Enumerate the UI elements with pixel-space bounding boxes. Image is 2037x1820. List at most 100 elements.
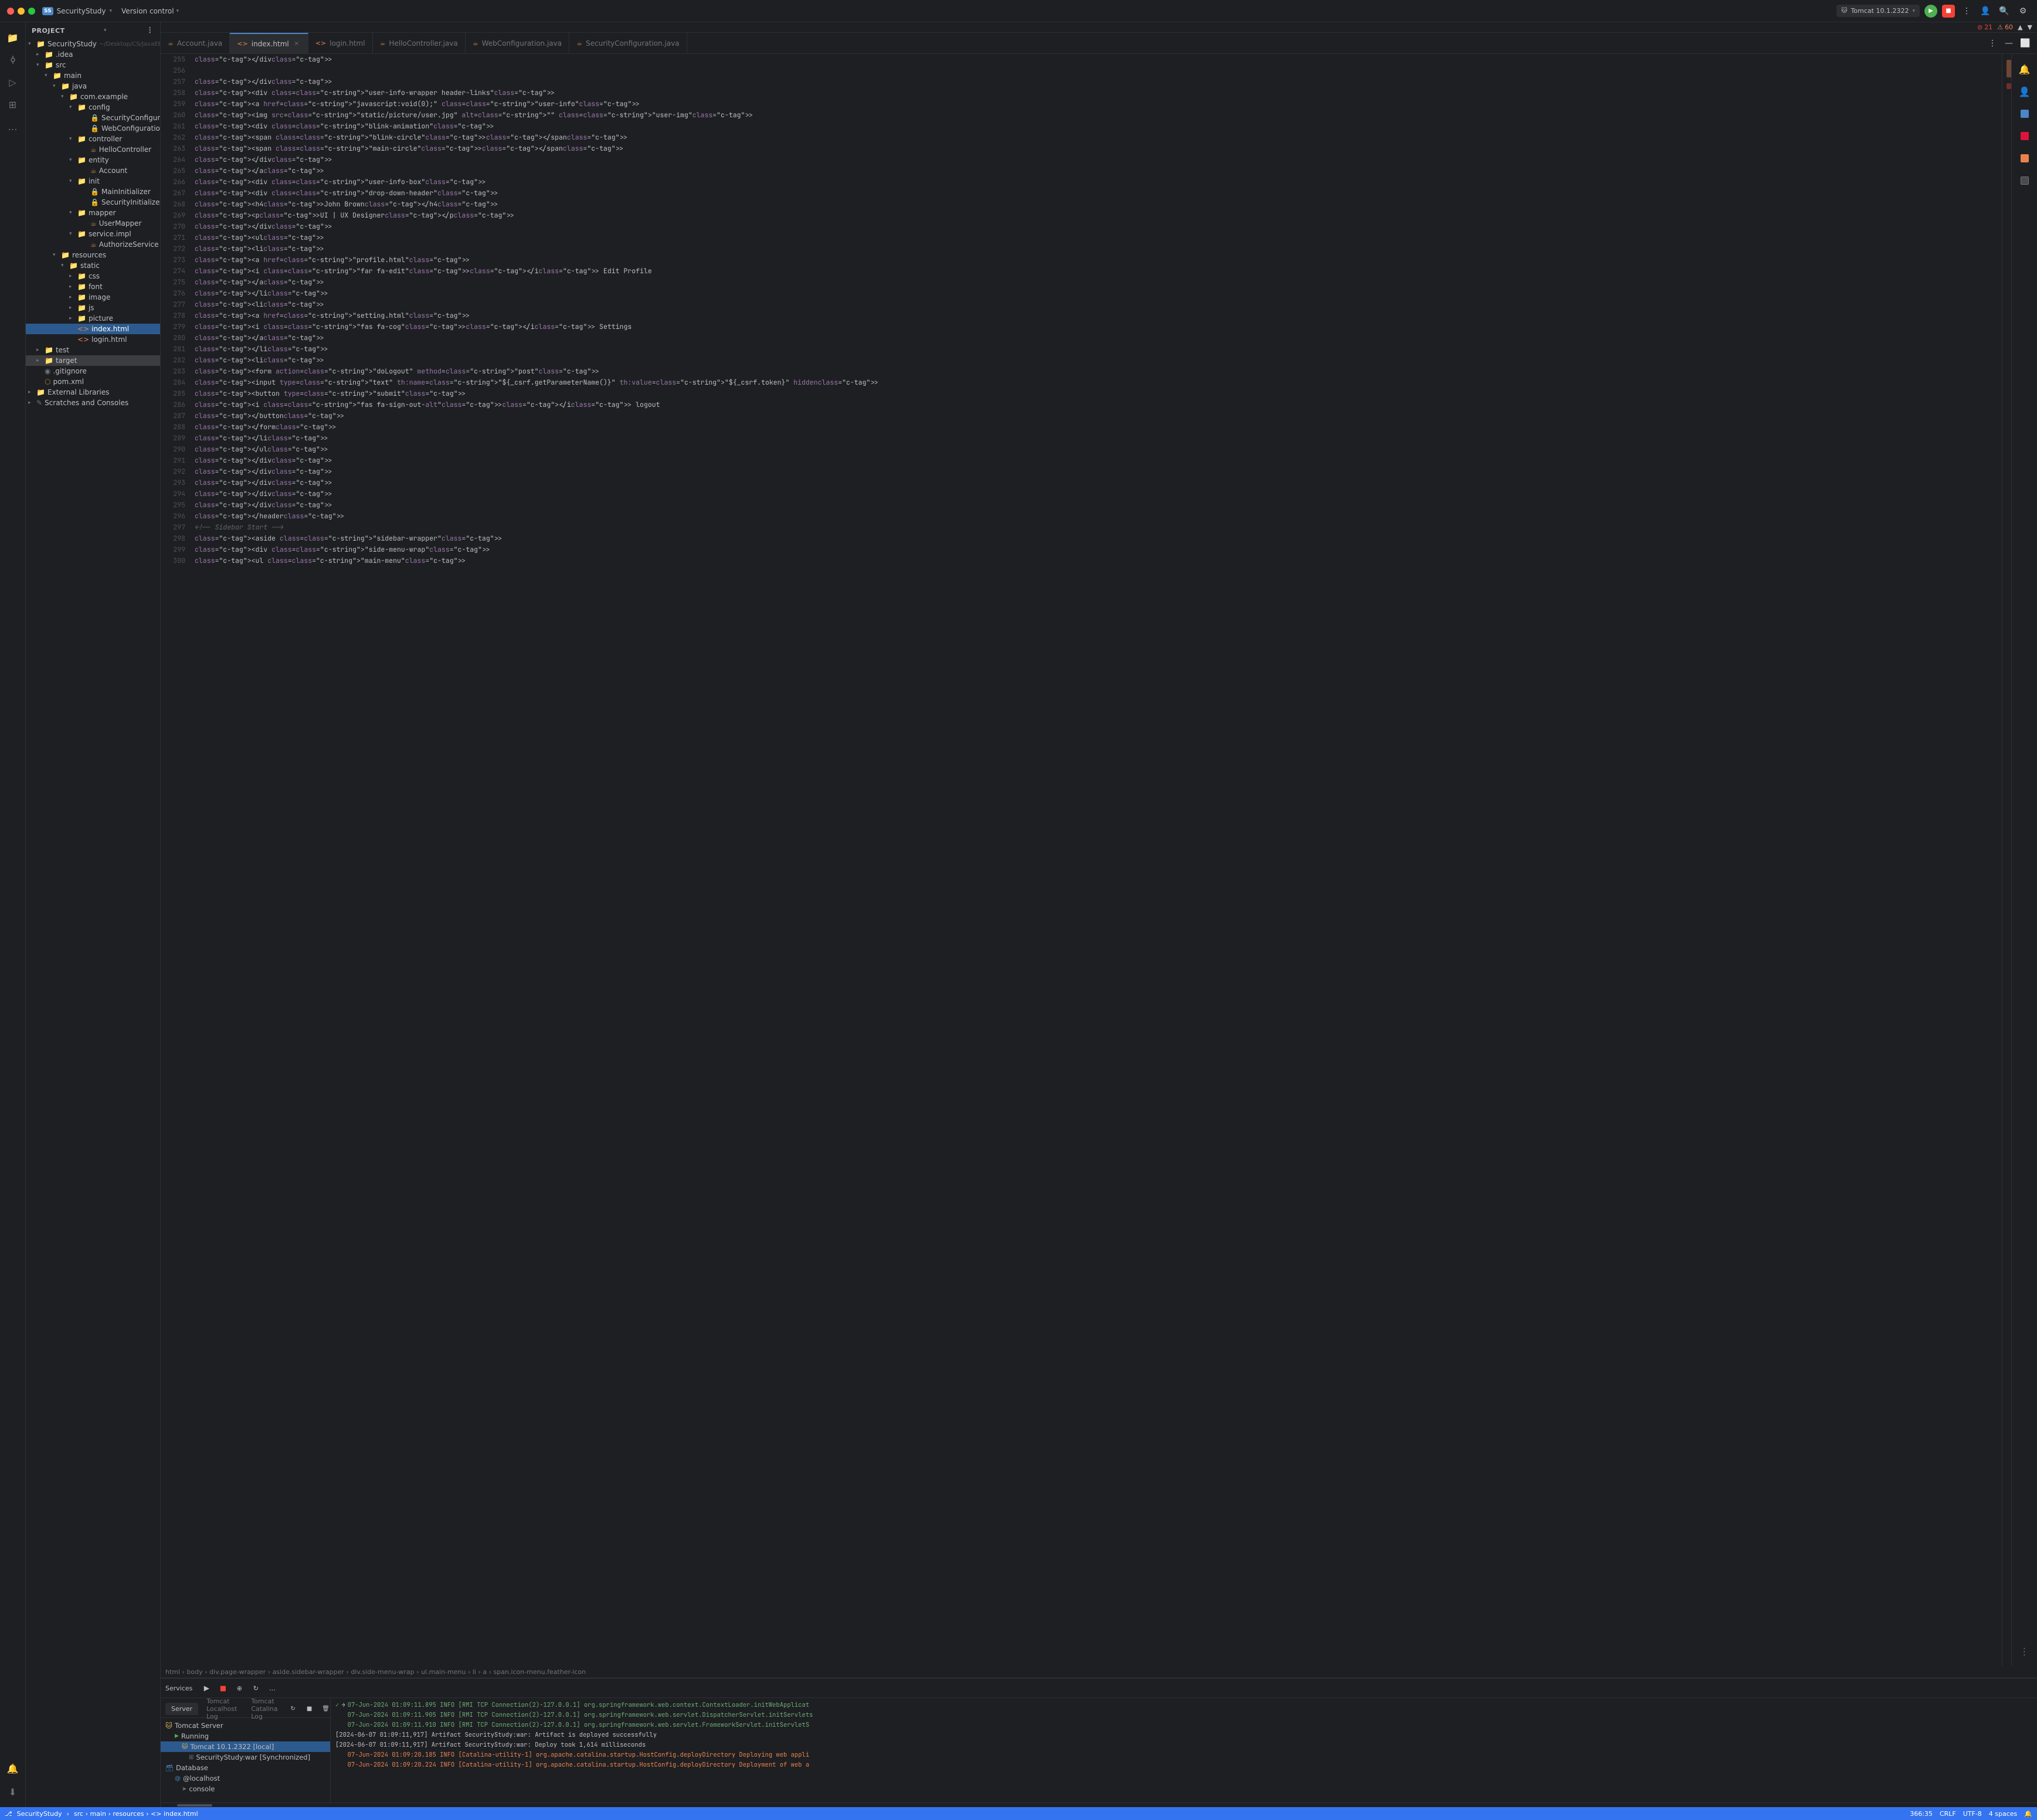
tree-root[interactable]: ▾ 📁 SecurityStudy ~/Desktop/CS/JavaEE/4 … <box>26 39 160 49</box>
tree-hello-controller[interactable]: ☕ HelloController <box>26 144 160 155</box>
tree-main[interactable]: ▾ 📁 main <box>26 70 160 81</box>
tree-user-mapper[interactable]: ☕ UserMapper <box>26 218 160 229</box>
tree-java[interactable]: ▾ 📁 java <box>26 81 160 91</box>
tree-target[interactable]: ▸ 📁 target <box>26 355 160 366</box>
commit-activity-icon[interactable] <box>2 49 23 70</box>
service-running[interactable]: ▶ Running <box>161 1731 330 1741</box>
more-activity-icon[interactable]: … <box>2 116 23 137</box>
tree-controller[interactable]: ▾ 📁 controller <box>26 134 160 144</box>
tree-resources[interactable]: ▾ 📁 resources <box>26 250 160 260</box>
maximize-button[interactable] <box>28 8 35 15</box>
service-console[interactable]: ➤ console <box>161 1784 330 1794</box>
right-more-icon[interactable]: ⋮ <box>2014 1641 2035 1662</box>
tree-idea[interactable]: ▸ 📁 .idea <box>26 49 160 60</box>
tab-bar-more-icon[interactable]: ⋮ <box>1985 36 1999 50</box>
folder-activity-icon[interactable]: 📁 <box>2 27 23 48</box>
service-more-icon[interactable]: … <box>265 1681 279 1695</box>
minimize-button[interactable] <box>18 8 25 15</box>
tree-entity[interactable]: ▾ 📁 entity <box>26 155 160 165</box>
search-button[interactable]: 🔍 <box>1997 4 2011 18</box>
profile-button[interactable]: 👤 <box>1978 4 1992 18</box>
run-button[interactable]: ▶ <box>1924 5 1937 18</box>
tree-security-init[interactable]: 🔒 SecurityInitializer <box>26 197 160 208</box>
close-button[interactable] <box>7 8 14 15</box>
right-plugin2-icon[interactable] <box>2014 125 2035 147</box>
warning-badge[interactable]: ⚠ 60 <box>1997 23 2013 31</box>
tree-login-html[interactable]: <> login.html <box>26 334 160 345</box>
tab-bar-collapse-icon[interactable]: — <box>2002 36 2016 50</box>
run-debug-activity-icon[interactable]: ▷ <box>2 72 23 93</box>
tree-font[interactable]: ▸ 📁 font <box>26 281 160 292</box>
service-war[interactable]: ⊞ SecurityStudy:war [Synchronized] <box>161 1752 330 1763</box>
project-selector[interactable]: SS SecurityStudy ▾ <box>42 7 112 15</box>
right-plugin3-icon[interactable] <box>2014 148 2035 169</box>
service-filter-icon[interactable]: ⊕ <box>232 1681 246 1695</box>
tree-main-init[interactable]: 🔒 MainInitializer <box>26 186 160 197</box>
tree-web-config[interactable]: 🔒 WebConfiguration <box>26 123 160 134</box>
more-options-button[interactable]: ⋮ <box>1960 4 1974 18</box>
tree-css[interactable]: ▸ 📁 css <box>26 271 160 281</box>
log-output[interactable]: ✓→07-Jun-2024 01:09:11.895 INFO [RMI TCP… <box>331 1698 2037 1802</box>
tree-mapper[interactable]: ▾ 📁 mapper <box>26 208 160 218</box>
tab-hello[interactable]: ☕ HelloController.java <box>373 33 466 54</box>
settings-button[interactable]: ⚙ <box>2016 4 2030 18</box>
warnings-chevron-down[interactable]: ▼ <box>2028 23 2032 31</box>
tree-test[interactable]: ▸ 📁 test <box>26 345 160 355</box>
tree-image[interactable]: ▸ 📁 image <box>26 292 160 303</box>
tree-pom-xml[interactable]: ⬡ pom.xml <box>26 376 160 387</box>
tab-webconfig[interactable]: ☕ WebConfiguration.java <box>466 33 569 54</box>
tree-com-example[interactable]: ▾ 📁 com.example <box>26 91 160 102</box>
file-tree-scroll[interactable]: ▾ 📁 SecurityStudy ~/Desktop/CS/JavaEE/4 … <box>26 39 160 1807</box>
tree-js[interactable]: ▸ 📁 js <box>26 303 160 313</box>
console-stop-icon[interactable]: ■ <box>303 1702 317 1716</box>
tree-src[interactable]: ▾ 📁 src <box>26 60 160 70</box>
bottom-panel-icon[interactable]: ⬇ <box>2 1781 23 1802</box>
stop-button[interactable]: ■ <box>1942 5 1955 18</box>
tab-index[interactable]: <> index.html × <box>230 33 308 54</box>
tree-picture[interactable]: ▸ 📁 picture <box>26 313 160 324</box>
tree-service-impl[interactable]: ▾ 📁 service.impl <box>26 229 160 239</box>
right-profile-icon[interactable]: 👤 <box>2014 81 2035 102</box>
tab-security[interactable]: ☕ SecurityConfiguration.java <box>569 33 687 54</box>
scrollbar-thumb[interactable] <box>177 1804 212 1807</box>
panel-collapse-icon[interactable]: ▾ <box>104 28 107 33</box>
service-database[interactable]: 🗃 Database <box>161 1763 330 1773</box>
status-encoding[interactable]: UTF-8 <box>1963 1810 1982 1818</box>
tree-account[interactable]: ☕ Account <box>26 165 160 176</box>
tree-init[interactable]: ▾ 📁 init <box>26 176 160 186</box>
panel-more-icon[interactable]: ⋮ <box>145 26 154 35</box>
tree-scratches[interactable]: ▸ ✎ Scratches and Consoles <box>26 398 160 408</box>
tree-authorize-service[interactable]: ☕ AuthorizeService <box>26 239 160 250</box>
bottom-scrollbar[interactable] <box>161 1802 2037 1807</box>
editor-content[interactable]: 2552562572582592602612622632642652662672… <box>161 54 2011 1666</box>
notifications-icon[interactable]: 🔔 <box>2 1758 23 1779</box>
service-localhost[interactable]: @ @localhost <box>161 1773 330 1784</box>
code-area[interactable]: class="c-tag"></divclass="c-tag">> class… <box>190 54 2002 1666</box>
right-notifications-icon[interactable]: 🔔 <box>2014 59 2035 80</box>
service-tomcat-local[interactable]: 🐱 Tomcat 10.1.2322 [local] <box>161 1741 330 1752</box>
error-badge[interactable]: ⊘ 21 <box>1977 23 1992 31</box>
version-control-selector[interactable]: Version control ▾ <box>121 7 179 15</box>
status-line-ending[interactable]: CRLF <box>1940 1810 1956 1818</box>
status-position[interactable]: 366:35 <box>1910 1810 1933 1818</box>
console-clear-icon[interactable]: 🗑 <box>319 1702 331 1716</box>
tree-index-html[interactable]: <> index.html <box>26 324 160 334</box>
tree-static[interactable]: ▾ 📁 static <box>26 260 160 271</box>
tab-tomcat-localhost[interactable]: Tomcat Localhost Log <box>201 1698 243 1723</box>
tab-index-close[interactable]: × <box>293 40 301 48</box>
tree-security-config[interactable]: 🔒 SecurityConfiguration <box>26 113 160 123</box>
plugins-activity-icon[interactable]: ⊞ <box>2 94 23 115</box>
tab-tomcat-catalina[interactable]: Tomcat Catalina Log <box>245 1698 283 1723</box>
tree-external-libs[interactable]: ▸ 📁 External Libraries <box>26 387 160 398</box>
service-run-icon[interactable]: ▶ <box>199 1681 213 1695</box>
run-config[interactable]: 🐱 Tomcat 10.1.2322 ▾ <box>1836 5 1920 17</box>
service-stop-icon[interactable]: ■ <box>216 1681 230 1695</box>
tab-bar-expand-icon[interactable]: ⬜ <box>2018 36 2032 50</box>
tab-login[interactable]: <> login.html <box>308 33 373 54</box>
tab-server[interactable]: Server <box>165 1703 198 1715</box>
warnings-chevron-up[interactable]: ▲ <box>2018 23 2022 31</box>
service-refresh-icon[interactable]: ↻ <box>249 1681 263 1695</box>
status-indent[interactable]: 4 spaces <box>1989 1810 2018 1818</box>
right-plugin1-icon[interactable] <box>2014 103 2035 124</box>
console-reload-icon[interactable]: ↻ <box>286 1702 300 1716</box>
